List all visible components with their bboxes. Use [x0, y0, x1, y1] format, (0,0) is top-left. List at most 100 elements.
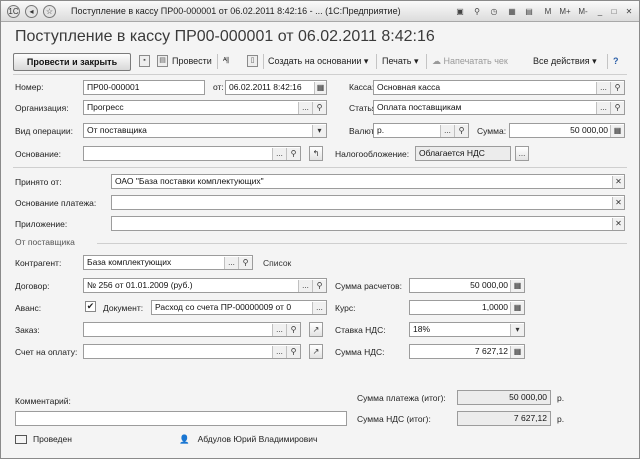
select-ellipsis-icon[interactable]: ... [596, 82, 610, 94]
calc-sum-field[interactable]: 50 000,00 ▦ [409, 278, 525, 293]
received-from-value: ОАО "База поставки комплектующих" [115, 176, 264, 186]
post-icon[interactable]: ▤ [157, 55, 168, 67]
history-icon[interactable]: ◷ [487, 5, 501, 18]
taxation-select-icon[interactable]: ... [515, 146, 529, 161]
article-field[interactable]: Оплата поставщикам... ⚲ [373, 100, 625, 115]
select-ellipsis-icon[interactable]: ... [272, 346, 286, 358]
currency-field[interactable]: р.... ⚲ [373, 123, 469, 138]
calculator-icon[interactable]: ▦ [610, 125, 624, 137]
payment-basis-field[interactable]: ✕ [111, 195, 625, 210]
search-icon[interactable]: ⚲ [238, 257, 252, 269]
advance-checkbox[interactable]: ✔ [85, 301, 96, 312]
print-receipt-button[interactable]: ☁ Напечатать чек [432, 56, 508, 67]
select-ellipsis-icon[interactable]: ... [298, 102, 312, 114]
author-info: 👤 Абдулов Юрий Владимирович [179, 434, 317, 445]
organization-label: Организация: [15, 103, 69, 113]
calc-sum-label: Сумма расчетов: [335, 281, 402, 291]
clear-icon[interactable]: ✕ [612, 197, 624, 209]
select-ellipsis-icon[interactable]: ... [272, 324, 286, 336]
post-button[interactable]: Провести [172, 56, 212, 66]
help-icon[interactable]: ? [613, 56, 619, 66]
go-to-basis-icon[interactable]: ↰ [309, 146, 323, 161]
rate-label: Курс: [335, 303, 356, 313]
select-ellipsis-icon[interactable]: ... [596, 102, 610, 114]
comment-field[interactable] [15, 411, 347, 426]
invoice-field[interactable]: ... ⚲ [83, 344, 301, 359]
clear-icon[interactable]: ✕ [612, 176, 624, 188]
memory-m-button[interactable]: M [541, 5, 555, 18]
vat-sum-field[interactable]: 7 627,12 ▦ [409, 344, 525, 359]
search-icon[interactable]: ⚲ [610, 102, 624, 114]
save-icon[interactable]: ▣ [453, 5, 467, 18]
counterparty-list-link[interactable]: Список [263, 258, 291, 268]
total-payment-unit: р. [557, 393, 565, 403]
app-logo-icon[interactable]: 1С [7, 5, 20, 18]
structure-icon[interactable]: ▯ [247, 55, 258, 67]
dt-kt-icon[interactable]: ᴬ𝄂 [223, 56, 228, 66]
received-from-field[interactable]: ОАО "База поставки комплектующих" ✕ [111, 174, 625, 189]
select-ellipsis-icon[interactable]: ... [224, 257, 238, 269]
calendar-icon[interactable]: ▦ [314, 82, 326, 94]
order-field[interactable]: ... ⚲ [83, 322, 301, 337]
select-ellipsis-icon[interactable]: ... [298, 280, 312, 292]
create-on-basis-menu[interactable]: Создать на основании ▾ [268, 56, 368, 67]
toolbar-separator [263, 54, 264, 69]
memory-plus-button[interactable]: M+ [557, 5, 573, 18]
open-order-icon[interactable]: ↗ [309, 322, 323, 337]
cashbox-value: Основная касса [377, 82, 441, 92]
maximize-icon[interactable]: □ [608, 5, 620, 18]
command-bar: Провести и закрыть ▪ ▤ Провести ᴬ𝄂 ▯ Соз… [9, 52, 633, 72]
contract-field[interactable]: № 256 от 01.01.2009 (руб.)... ⚲ [83, 278, 327, 293]
cashbox-field[interactable]: Основная касса... ⚲ [373, 80, 625, 95]
search-icon[interactable]: ⚲ [312, 280, 326, 292]
search-icon[interactable]: ⚲ [286, 346, 300, 358]
calculator-icon[interactable]: ▦ [510, 302, 524, 314]
calculator-icon[interactable]: ▦ [510, 346, 524, 358]
post-and-close-button[interactable]: Провести и закрыть [13, 53, 131, 71]
document-value: Расход со счета ПР-00000009 от 0 [155, 302, 292, 312]
memory-minus-button[interactable]: M- [575, 5, 591, 18]
link-icon[interactable]: ⚲ [470, 5, 484, 18]
star-icon[interactable]: ☆ [43, 5, 56, 18]
number-field[interactable]: ПР00-000001 [83, 80, 205, 95]
search-icon[interactable]: ⚲ [286, 324, 300, 336]
select-ellipsis-icon[interactable]: ... [312, 302, 326, 314]
calendar-icon[interactable]: ▤ [522, 5, 536, 18]
search-icon[interactable]: ⚲ [610, 82, 624, 94]
chevron-down-icon[interactable]: ▾ [312, 125, 326, 137]
chevron-down-icon[interactable]: ▾ [510, 324, 524, 336]
all-actions-menu[interactable]: Все действия ▾ [533, 56, 597, 67]
vat-sum-label: Сумма НДС: [335, 347, 385, 357]
clear-icon[interactable]: ✕ [612, 218, 624, 230]
counterparty-field[interactable]: База комплектующих... ⚲ [83, 255, 253, 270]
sum-field[interactable]: 50 000,00 ▦ [509, 123, 625, 138]
vat-rate-value: 18% [413, 324, 431, 334]
organization-field[interactable]: Прогресс... ⚲ [83, 100, 327, 115]
document-window: 1С ◂ ☆ Поступление в кассу ПР00-000001 о… [0, 0, 640, 459]
basis-label: Основание: [15, 149, 61, 159]
date-field[interactable]: 06.02.2011 8:42:16 ▦ [225, 80, 327, 95]
calculator-icon[interactable]: ▦ [505, 5, 519, 18]
open-invoice-icon[interactable]: ↗ [309, 344, 323, 359]
minimize-icon[interactable]: _ [594, 5, 606, 18]
vat-rate-field[interactable]: 18% ▾ [409, 322, 525, 337]
operation-value: От поставщика [87, 125, 147, 135]
print-receipt-label: Напечатать чек [443, 56, 508, 66]
rate-field[interactable]: 1,0000 ▦ [409, 300, 525, 315]
search-icon[interactable]: ⚲ [286, 148, 300, 160]
save-icon[interactable]: ▪ [139, 55, 150, 67]
close-icon[interactable]: ✕ [623, 5, 635, 18]
select-ellipsis-icon[interactable]: ... [440, 125, 454, 137]
select-ellipsis-icon[interactable]: ... [272, 148, 286, 160]
document-field[interactable]: Расход со счета ПР-00000009 от 0... [151, 300, 327, 315]
basis-field[interactable]: ... ⚲ [83, 146, 301, 161]
chevron-down-icon: ▾ [363, 56, 369, 66]
attachment-field[interactable]: ✕ [111, 216, 625, 231]
calculator-icon[interactable]: ▦ [510, 280, 524, 292]
operation-field[interactable]: От поставщика ▾ [83, 123, 327, 138]
back-icon[interactable]: ◂ [25, 5, 38, 18]
taxation-field: Облагается НДС [415, 146, 511, 161]
search-icon[interactable]: ⚲ [454, 125, 468, 137]
print-menu[interactable]: Печать ▾ [382, 56, 419, 67]
search-icon[interactable]: ⚲ [312, 102, 326, 114]
